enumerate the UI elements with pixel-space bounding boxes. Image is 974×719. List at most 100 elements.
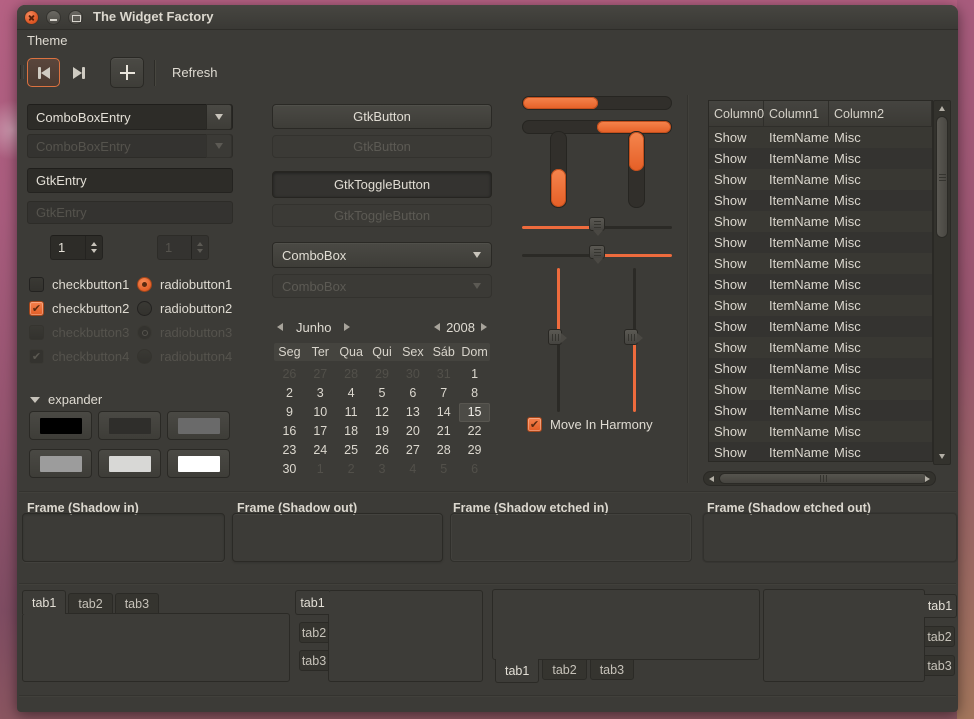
table-row[interactable]: ShowItemNameMisc	[709, 358, 932, 379]
tab-tab3[interactable]: tab3	[299, 650, 329, 671]
calendar-day[interactable]: 10	[305, 403, 336, 422]
add-button[interactable]	[110, 57, 144, 88]
calendar-day[interactable]: 19	[367, 422, 398, 441]
next-month-icon[interactable]	[344, 323, 350, 331]
table-row[interactable]: ShowItemNameMisc	[709, 274, 932, 295]
swatch-button[interactable]	[98, 449, 161, 478]
calendar-day[interactable]: 6	[397, 384, 428, 403]
calendar-day[interactable]: 11	[336, 403, 367, 422]
checkbox[interactable]	[29, 277, 44, 292]
vscroll-thumb[interactable]	[936, 116, 948, 238]
calendar-day[interactable]: 27	[397, 441, 428, 460]
calendar-day[interactable]: 5	[367, 384, 398, 403]
table-row[interactable]: ShowItemNameMisc	[709, 232, 932, 253]
calendar-day[interactable]: 7	[428, 384, 459, 403]
table-row[interactable]: ShowItemNameMisc	[709, 337, 932, 358]
table-row[interactable]: ShowItemNameMisc	[709, 379, 932, 400]
calendar-day[interactable]: 13	[397, 403, 428, 422]
calendar-day[interactable]: 31	[428, 365, 459, 384]
tab-tab1[interactable]: tab1	[295, 590, 329, 615]
slider-handle[interactable]	[548, 329, 562, 345]
calendar-day[interactable]: 18	[336, 422, 367, 441]
calendar-day[interactable]: 4	[397, 460, 428, 479]
comboboxentry-dropdown-button[interactable]	[206, 104, 232, 130]
scroll-left-icon[interactable]	[709, 476, 714, 482]
calendar-day[interactable]: 29	[459, 441, 490, 460]
hscroll-thumb[interactable]	[719, 473, 928, 484]
calendar-day[interactable]: 12	[367, 403, 398, 422]
combobox[interactable]: ComboBox	[272, 242, 492, 268]
calendar-day[interactable]: 2	[274, 384, 305, 403]
toolbar-grip[interactable]	[20, 65, 24, 79]
swatch-button[interactable]	[167, 449, 230, 478]
forward-button[interactable]	[62, 58, 95, 87]
checkbox[interactable]: ✔	[29, 301, 44, 316]
table-row[interactable]: ShowItemNameMisc	[709, 295, 932, 316]
harmony-checkbox[interactable]: ✔	[527, 417, 542, 432]
table-row[interactable]: ShowItemNameMisc	[709, 400, 932, 421]
table-row[interactable]: ShowItemNameMisc	[709, 316, 932, 337]
calendar-day[interactable]: 1	[305, 460, 336, 479]
table-row[interactable]: ShowItemNameMisc	[709, 253, 932, 274]
calendar-day[interactable]: 16	[274, 422, 305, 441]
table-row[interactable]: ShowItemNameMisc	[709, 211, 932, 232]
scroll-up-icon[interactable]	[939, 106, 945, 111]
spinner-steppers[interactable]	[85, 236, 102, 259]
radiobox[interactable]	[137, 301, 152, 316]
horizontal-scrollbar[interactable]	[703, 471, 936, 486]
tab-tab2[interactable]: tab2	[68, 593, 112, 614]
radiobutton-row[interactable]: radiobutton1	[137, 277, 232, 292]
vertical-scrollbar[interactable]	[933, 100, 951, 465]
titlebar[interactable]: The Widget Factory	[17, 5, 958, 30]
calendar-day[interactable]: 30	[397, 365, 428, 384]
calendar-day[interactable]: 24	[305, 441, 336, 460]
vscale-2[interactable]	[623, 268, 645, 412]
calendar-day[interactable]: 2	[336, 460, 367, 479]
calendar-day[interactable]: 4	[336, 384, 367, 403]
tab-tab1[interactable]: tab1	[495, 659, 539, 683]
refresh-button[interactable]: Refresh	[164, 58, 226, 87]
table-row[interactable]: ShowItemNameMisc	[709, 190, 932, 211]
calendar-day[interactable]: 14	[428, 403, 459, 422]
table-row[interactable]: ShowItemNameMisc	[709, 127, 932, 148]
swatch-button[interactable]	[98, 411, 161, 440]
tab-tab2[interactable]: tab2	[542, 659, 586, 680]
calendar-day[interactable]: 26	[367, 441, 398, 460]
hscale-2[interactable]	[522, 244, 672, 266]
gtkentry[interactable]: GtkEntry	[27, 168, 233, 193]
swatch-button[interactable]	[29, 449, 92, 478]
prev-month-icon[interactable]	[277, 323, 283, 331]
gtkbutton[interactable]: GtkButton	[272, 104, 492, 129]
slider-handle[interactable]	[624, 329, 638, 345]
slider-handle[interactable]	[589, 217, 605, 231]
tab-tab1[interactable]: tab1	[924, 594, 957, 618]
calendar-day[interactable]: 1	[459, 365, 490, 384]
table-row[interactable]: ShowItemNameMisc	[709, 442, 932, 462]
radiobutton-row[interactable]: radiobutton2	[137, 301, 232, 316]
calendar-day[interactable]: 25	[336, 441, 367, 460]
swatch-button[interactable]	[167, 411, 230, 440]
menu-theme[interactable]: Theme	[17, 30, 77, 55]
calendar-day[interactable]: 3	[305, 384, 336, 403]
calendar-day[interactable]: 28	[428, 441, 459, 460]
tab-tab3[interactable]: tab3	[590, 659, 634, 680]
radiobox[interactable]	[137, 277, 152, 292]
tab-tab3[interactable]: tab3	[924, 655, 955, 676]
table-row[interactable]: ShowItemNameMisc	[709, 421, 932, 442]
table-row[interactable]: ShowItemNameMisc	[709, 169, 932, 190]
calendar-day[interactable]: 3	[367, 460, 398, 479]
calendar-day[interactable]: 22	[459, 422, 490, 441]
calendar-day[interactable]: 27	[305, 365, 336, 384]
calendar-day[interactable]: 15	[459, 403, 490, 422]
column-header[interactable]: Column0	[709, 101, 764, 126]
calendar-day[interactable]: 17	[305, 422, 336, 441]
expander[interactable]: expander	[30, 392, 102, 407]
scroll-right-icon[interactable]	[925, 476, 930, 482]
harmony-row[interactable]: ✔ Move In Harmony	[527, 417, 653, 432]
calendar-day[interactable]: 28	[336, 365, 367, 384]
tab-tab2[interactable]: tab2	[299, 622, 329, 643]
minimize-icon[interactable]	[46, 10, 61, 25]
column-header[interactable]: Column2	[829, 101, 932, 126]
calendar-day[interactable]: 5	[428, 460, 459, 479]
calendar-day[interactable]: 23	[274, 441, 305, 460]
